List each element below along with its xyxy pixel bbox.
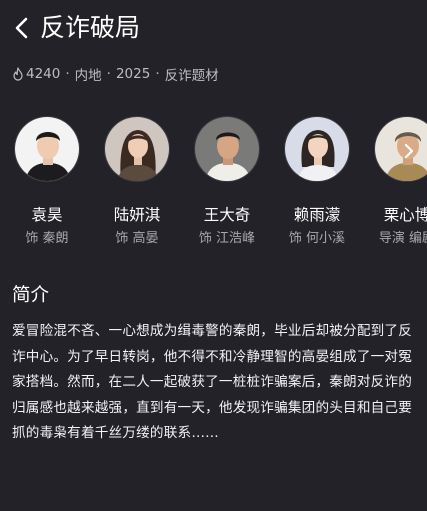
cast-role: 饰 何小溪 xyxy=(288,231,346,246)
meta-line: 4240 · 内地 · 2025 · 反诈题材 xyxy=(12,64,219,84)
avatar xyxy=(194,116,260,182)
cast-role: 导演 编剧 xyxy=(378,231,427,246)
avatar xyxy=(104,116,170,182)
cast-item[interactable]: 王大奇 饰 江浩峰 xyxy=(182,116,272,248)
synopsis-text: 爱冒险混不吝、一心想成为缉毒警的秦朗，毕业后却被分配到了反诈中心。为了早日转岗，… xyxy=(12,323,413,441)
cast-item[interactable]: 陆妍淇 饰 高晏 xyxy=(92,116,182,248)
meta-separator: · xyxy=(65,66,70,82)
cast-item[interactable]: 袁昊 饰 秦朗 xyxy=(2,116,92,248)
avatar xyxy=(14,116,80,182)
cast-name: 赖雨濛 xyxy=(293,206,341,224)
flame-icon xyxy=(12,67,24,81)
region-label: 内地 xyxy=(74,68,102,84)
cast-list: 袁昊 饰 秦朗 陆妍淇 饰 高晏 王大奇 饰 江浩峰 赖雨濛 饰 何小溪 栗心博… xyxy=(0,116,427,256)
chevron-right-icon xyxy=(404,143,414,159)
cast-role: 饰 江浩峰 xyxy=(198,231,256,246)
back-button[interactable] xyxy=(12,14,36,42)
cast-name: 王大奇 xyxy=(203,206,251,224)
genre-label: 反诈题材 xyxy=(164,68,219,84)
meta-separator: · xyxy=(106,66,111,82)
avatar xyxy=(284,116,350,182)
page-title: 反诈破局 xyxy=(40,13,141,42)
cast-item[interactable]: 栗心博 导演 编剧 xyxy=(362,116,427,248)
heat-count: 4240 xyxy=(26,66,61,82)
synopsis-heading: 简介 xyxy=(12,285,50,306)
cast-name: 栗心博 xyxy=(383,206,427,224)
cast-name: 陆妍淇 xyxy=(113,206,161,224)
cast-role: 饰 高晏 xyxy=(115,231,159,246)
year-label: 2025 xyxy=(115,66,151,82)
chevron-left-icon xyxy=(15,17,28,39)
cast-item[interactable]: 赖雨濛 饰 何小溪 xyxy=(272,116,362,248)
header: 反诈破局 xyxy=(0,0,427,56)
cast-role: 饰 秦朗 xyxy=(25,231,69,246)
scroll-right-button[interactable] xyxy=(400,142,418,160)
meta-separator: · xyxy=(155,66,160,82)
cast-name: 袁昊 xyxy=(31,206,63,224)
